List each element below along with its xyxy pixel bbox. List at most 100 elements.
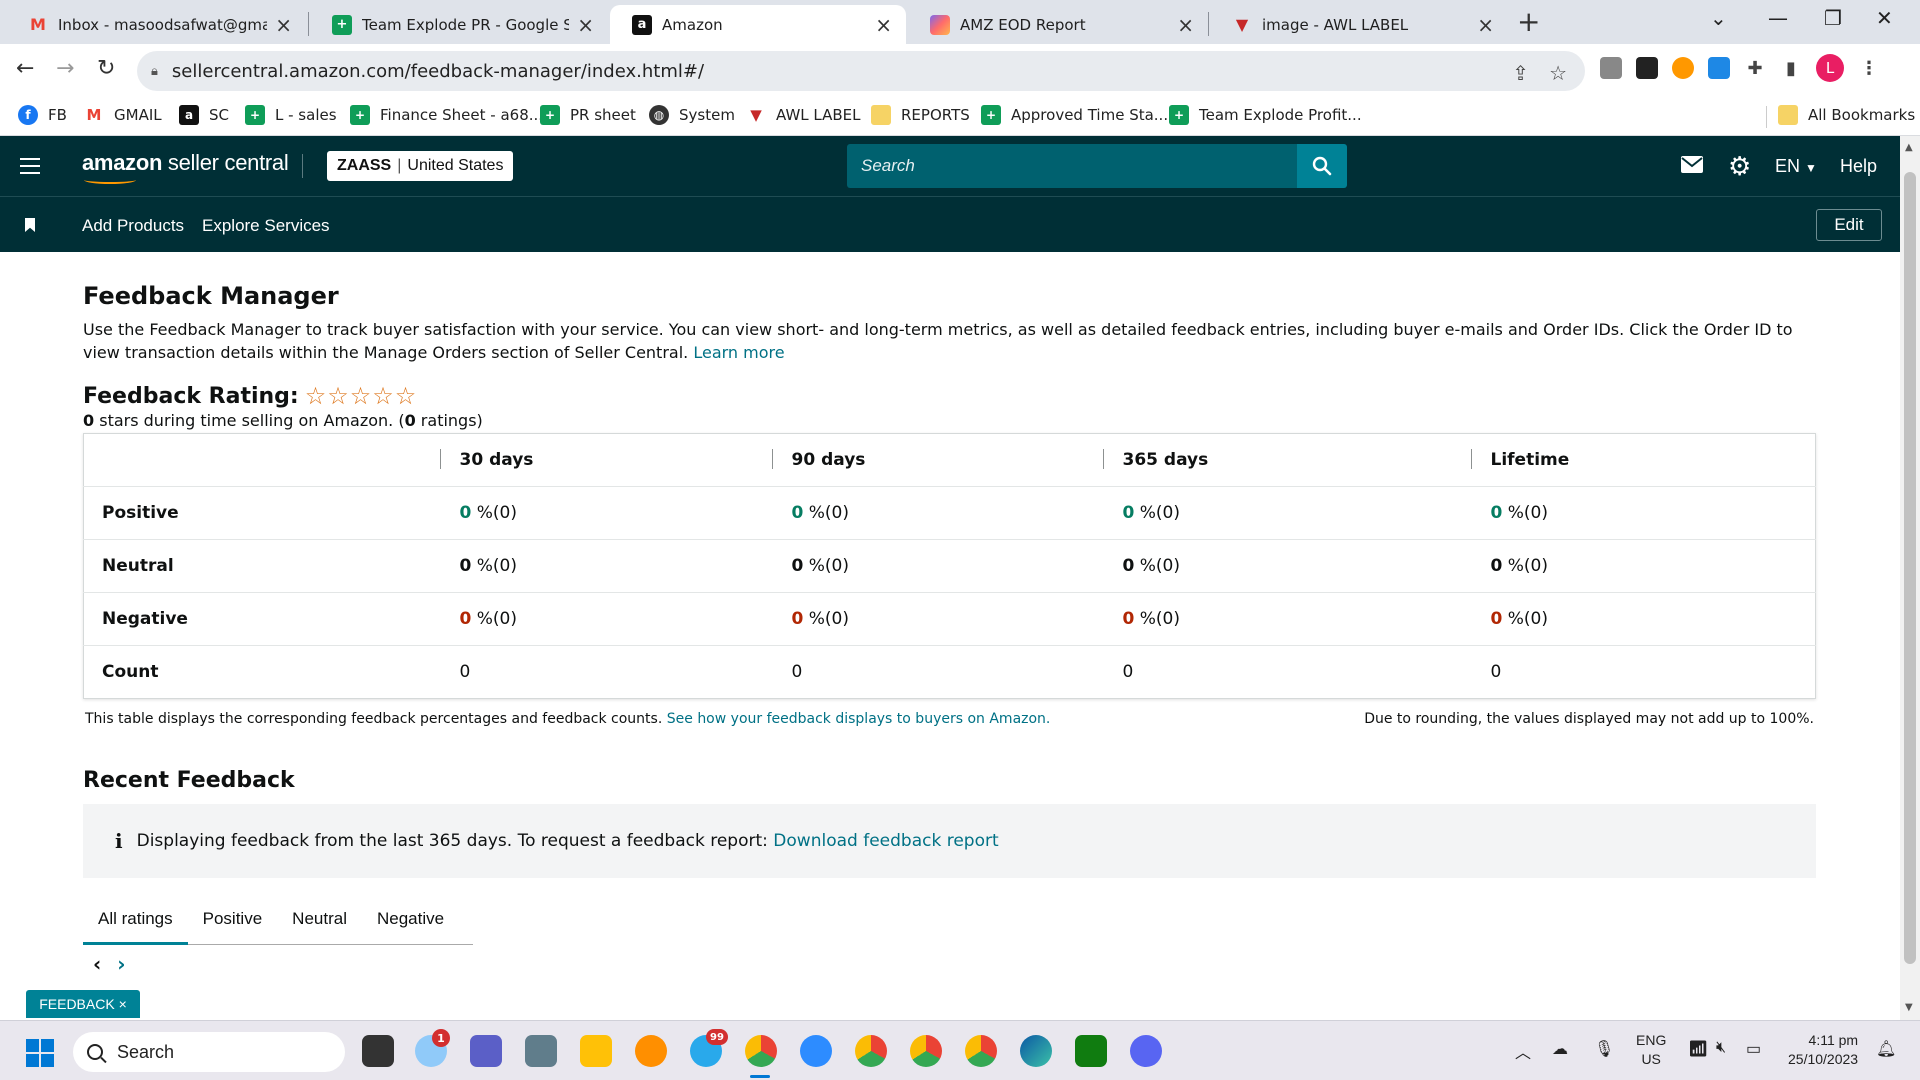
chrome-icon[interactable] bbox=[965, 1035, 997, 1067]
tab-amz-eod-report[interactable]: AMZ EOD Report × bbox=[908, 5, 1208, 44]
forward-arrow-icon[interactable]: → bbox=[56, 56, 74, 81]
bookmark-system[interactable]: ◍ System bbox=[649, 105, 735, 125]
bookmark-sc[interactable]: a SC bbox=[179, 105, 229, 125]
extension-icon[interactable] bbox=[1672, 57, 1694, 79]
new-tab-button[interactable]: + bbox=[1517, 5, 1540, 38]
extension-icon[interactable] bbox=[1708, 57, 1730, 79]
clock[interactable]: 4:11 pm 25/10/2023 bbox=[1788, 1031, 1858, 1069]
scroll-up-icon[interactable]: ▲ bbox=[1905, 142, 1913, 153]
close-icon[interactable]: × bbox=[275, 13, 292, 37]
tab-awl-label[interactable]: ▼ image - AWL LABEL × bbox=[1210, 5, 1508, 44]
maximize-icon[interactable]: ❐ bbox=[1824, 6, 1842, 30]
bookmark-finance-sheet[interactable]: + Finance Sheet - a68... bbox=[350, 105, 543, 125]
edge-icon[interactable] bbox=[1020, 1035, 1052, 1067]
chevron-up-icon[interactable]: ︿ bbox=[1515, 1039, 1531, 1063]
bookmark-icon[interactable] bbox=[25, 218, 35, 232]
xbox-icon[interactable] bbox=[1075, 1035, 1107, 1067]
tab-neutral[interactable]: Neutral bbox=[277, 897, 362, 945]
download-feedback-report-link[interactable]: Download feedback report bbox=[773, 831, 998, 851]
notification-bell-icon[interactable]: 🔔︎ bbox=[1876, 1039, 1896, 1059]
hamburger-menu-icon[interactable] bbox=[20, 158, 40, 174]
extension-icon[interactable] bbox=[1600, 57, 1622, 79]
tab-search-chevron-icon[interactable]: ⌄ bbox=[1710, 6, 1727, 30]
puzzle-icon[interactable]: ✚ bbox=[1744, 57, 1766, 79]
teams-icon[interactable] bbox=[470, 1035, 502, 1067]
table-note: This table displays the corresponding fe… bbox=[85, 711, 1051, 727]
close-icon[interactable]: × bbox=[875, 13, 892, 37]
language-indicator[interactable]: ENG US bbox=[1636, 1031, 1666, 1069]
bookmarks-bar: f FB M GMAIL a SC + L - sales + Finance … bbox=[0, 96, 1920, 136]
page-scrollbar[interactable]: ▲ ▼ bbox=[1900, 136, 1920, 1020]
kebab-menu-icon[interactable]: ⋮ bbox=[1858, 57, 1880, 79]
chrome-icon[interactable] bbox=[745, 1035, 777, 1067]
search-input[interactable] bbox=[847, 144, 1297, 188]
calculator-icon[interactable] bbox=[525, 1035, 557, 1067]
mute-icon[interactable]: 🔇︎ bbox=[1716, 1039, 1726, 1057]
bookmark-star-icon[interactable]: ☆ bbox=[1549, 61, 1567, 85]
battery-icon[interactable]: ▭ bbox=[1746, 1039, 1761, 1059]
column-90-days: 90 days bbox=[771, 433, 1103, 487]
nav-add-products[interactable]: Add Products bbox=[82, 216, 184, 236]
avatar[interactable]: L bbox=[1816, 54, 1844, 82]
back-arrow-icon[interactable]: ← bbox=[16, 56, 34, 81]
side-panel-icon[interactable]: ▮ bbox=[1780, 57, 1802, 79]
file-explorer-icon[interactable] bbox=[580, 1035, 612, 1067]
scroll-down-icon[interactable]: ▼ bbox=[1905, 1002, 1913, 1013]
seller-central-logo[interactable]: amazon seller central bbox=[82, 150, 289, 176]
zoom-icon[interactable] bbox=[800, 1035, 832, 1067]
close-icon[interactable]: × bbox=[577, 13, 594, 37]
nav-explore-services[interactable]: Explore Services bbox=[202, 216, 330, 236]
task-view-icon[interactable] bbox=[362, 1035, 394, 1067]
language-selector[interactable]: EN ▼ bbox=[1775, 156, 1817, 177]
discord-icon[interactable] bbox=[1130, 1035, 1162, 1067]
feedback-display-link[interactable]: See how your feedback displays to buyers… bbox=[667, 711, 1051, 727]
wifi-icon[interactable]: 📶︎ bbox=[1688, 1039, 1708, 1059]
bookmark-awl-label[interactable]: ▼ AWL LABEL bbox=[746, 105, 860, 125]
microphone-icon[interactable]: 🎙︎ bbox=[1594, 1039, 1614, 1059]
amazon-smile-icon bbox=[84, 176, 136, 184]
bookmark-l-sales[interactable]: + L - sales bbox=[245, 105, 337, 125]
tab-google-sheet[interactable]: + Team Explode PR - Google Shee × bbox=[310, 5, 608, 44]
reload-icon[interactable]: ↻ bbox=[97, 56, 115, 81]
all-bookmarks[interactable]: All Bookmarks bbox=[1778, 105, 1915, 125]
chevron-left-icon[interactable]: ‹ bbox=[93, 952, 101, 976]
extension-icon[interactable] bbox=[1636, 57, 1658, 79]
share-icon[interactable]: ⇪ bbox=[1512, 61, 1529, 85]
chrome-icon[interactable] bbox=[855, 1035, 887, 1067]
minimize-icon[interactable]: — bbox=[1768, 6, 1788, 30]
feedback-tab-button[interactable]: FEEDBACK × bbox=[26, 990, 140, 1018]
onedrive-icon[interactable]: ☁ bbox=[1552, 1039, 1568, 1059]
taskbar-search[interactable]: Search bbox=[73, 1032, 345, 1072]
search-button[interactable] bbox=[1297, 144, 1347, 188]
app-icon[interactable] bbox=[635, 1035, 667, 1067]
bookmark-pr-sheet[interactable]: + PR sheet bbox=[540, 105, 636, 125]
address-bar[interactable]: 🔒︎ sellercentral.amazon.com/feedback-man… bbox=[137, 51, 1585, 91]
learn-more-link[interactable]: Learn more bbox=[693, 343, 784, 362]
window-close-icon[interactable]: ✕ bbox=[1876, 6, 1893, 30]
tab-gmail[interactable]: M Inbox - masoodsafwat@gmail.co × bbox=[6, 5, 306, 44]
mail-icon[interactable] bbox=[1681, 156, 1703, 178]
rating-summary: 0 stars during time selling on Amazon. (… bbox=[83, 411, 483, 430]
bookmark-reports[interactable]: REPORTS bbox=[871, 105, 970, 125]
close-icon[interactable]: × bbox=[1477, 13, 1494, 37]
help-link[interactable]: Help bbox=[1840, 156, 1877, 177]
close-icon[interactable]: × bbox=[1177, 13, 1194, 37]
tab-all-ratings[interactable]: All ratings bbox=[83, 897, 188, 945]
edit-button[interactable]: Edit bbox=[1816, 209, 1882, 241]
tab-positive[interactable]: Positive bbox=[188, 897, 278, 945]
chrome-icon[interactable] bbox=[910, 1035, 942, 1067]
bookmark-team-explode-profit[interactable]: + Team Explode Profit... bbox=[1169, 105, 1362, 125]
tab-negative[interactable]: Negative bbox=[362, 897, 459, 945]
bookmark-gmail[interactable]: M GMAIL bbox=[84, 105, 162, 125]
sheets-icon: + bbox=[981, 105, 1001, 125]
chevron-right-icon[interactable]: › bbox=[117, 952, 125, 976]
store-switcher[interactable]: ZAASS | United States bbox=[327, 151, 514, 181]
gmail-icon: M bbox=[86, 106, 102, 124]
tab-separator bbox=[308, 12, 309, 36]
tab-amazon[interactable]: a Amazon × bbox=[610, 5, 906, 44]
bookmark-approved-time[interactable]: + Approved Time Sta... bbox=[981, 105, 1168, 125]
scroll-thumb[interactable] bbox=[1904, 172, 1916, 964]
gear-icon[interactable]: ⚙ bbox=[1728, 151, 1751, 182]
windows-start-icon[interactable] bbox=[26, 1039, 54, 1067]
bookmark-fb[interactable]: f FB bbox=[18, 105, 67, 125]
